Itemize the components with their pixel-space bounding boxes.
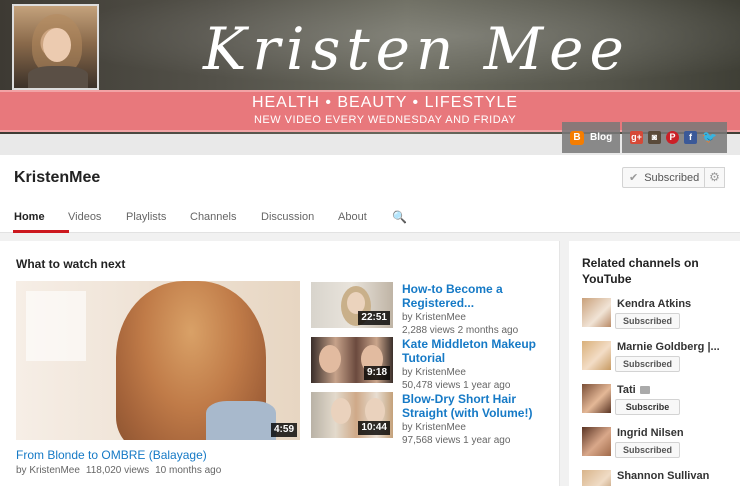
channel-name[interactable]: KristenMee: [14, 169, 100, 187]
verified-icon: [639, 386, 650, 395]
gear-icon: ⚙: [709, 170, 720, 184]
related-channel-name[interactable]: Marnie Goldberg |...: [617, 341, 720, 353]
tab-videos-label: Videos: [68, 211, 102, 223]
related-channel-name[interactable]: Ingrid Nilsen: [617, 427, 684, 439]
related-channels-panel: Related channels on YouTube Kendra Atkin…: [569, 241, 740, 486]
tab-about[interactable]: About: [338, 201, 392, 233]
video-author[interactable]: by KristenMee: [16, 465, 80, 476]
video-author[interactable]: by KristenMee: [402, 312, 552, 323]
facebook-icon[interactable]: f: [684, 131, 697, 144]
related-channel-item: Kendra Atkins Subscribed: [582, 298, 737, 338]
channel-tabs: Home Videos Playlists Channels Discussio…: [13, 201, 407, 233]
channel-search-button[interactable]: 🔍: [392, 201, 407, 233]
subscribe-button[interactable]: Subscribed: [615, 313, 680, 329]
video-meta: 2,288 views 2 months ago: [402, 325, 519, 336]
video-thumbnail[interactable]: 22:51: [311, 282, 393, 328]
video-info: Blow-Dry Short Hair Straight (with Volum…: [402, 392, 552, 446]
avatar-face: [43, 28, 71, 62]
video-author[interactable]: by KristenMee: [402, 367, 552, 378]
subscribe-button[interactable]: ✔ Subscribed: [622, 167, 705, 188]
channel-avatar[interactable]: [582, 427, 611, 456]
banner-tagline: HEALTH • BEAUTY • LIFESTYLE: [251, 94, 519, 111]
subscribe-button[interactable]: Subscribe: [615, 399, 680, 415]
blogger-icon: B: [570, 130, 584, 145]
pinterest-icon[interactable]: P: [666, 131, 679, 144]
related-channel-item: Ingrid Nilsen Subscribed: [582, 427, 737, 467]
tab-discussion-label: Discussion: [261, 211, 315, 223]
check-icon: ✔: [629, 172, 639, 184]
related-channel-item: Marnie Goldberg |... Subscribed: [582, 341, 737, 381]
subscribe-button[interactable]: Subscribed: [615, 442, 680, 458]
google-plus-icon[interactable]: g+: [630, 131, 643, 144]
thumbnail-shirt: [206, 401, 276, 440]
main-content: What to watch next 4:59 From Blonde to O…: [0, 241, 560, 486]
video-meta: 50,478 views 1 year ago: [402, 380, 511, 391]
tab-about-label: About: [338, 211, 367, 223]
video-title[interactable]: How-to Become a Registered...: [402, 282, 552, 310]
channel-avatar[interactable]: [582, 298, 611, 327]
tab-channels[interactable]: Channels: [190, 201, 261, 233]
channel-banner: Kristen Mee HEALTH • BEAUTY • LIFESTYLE …: [0, 0, 740, 155]
thumbnail-face: [331, 398, 351, 424]
featured-video-title[interactable]: From Blonde to OMBRE (Balayage): [16, 448, 207, 462]
video-info: How-to Become a Registered... by Kristen…: [402, 282, 552, 336]
featured-video-meta: by KristenMee 118,020 views 10 months ago: [16, 465, 221, 476]
related-channel-name[interactable]: Tati: [617, 384, 650, 396]
video-title[interactable]: Kate Middleton Makeup Tutorial: [402, 337, 552, 365]
featured-video-thumbnail[interactable]: 4:59: [16, 281, 300, 440]
related-channels-title: Related channels on YouTube: [582, 256, 699, 286]
channel-header: KristenMee ✔ Subscribed ⚙ Home Videos Pl…: [0, 155, 740, 233]
video-duration: 4:59: [270, 423, 297, 437]
video-author[interactable]: by KristenMee: [402, 422, 552, 433]
thumbnail-window: [26, 291, 86, 361]
channel-avatar[interactable]: [582, 470, 611, 486]
video-duration: 10:44: [358, 421, 390, 435]
video-thumbnail[interactable]: 10:44: [311, 392, 393, 438]
related-channel-name-text: Tati: [617, 384, 636, 396]
avatar-scarf: [28, 66, 88, 88]
instagram-icon[interactable]: ◙: [648, 131, 661, 144]
video-age: 10 months ago: [155, 465, 222, 476]
thumbnail-face: [319, 345, 341, 373]
video-item[interactable]: 9:18 Kate Middleton Makeup Tutorial by K…: [311, 337, 552, 391]
blog-link-label: Blog: [590, 132, 613, 143]
subscribe-label: Subscribed: [644, 171, 700, 184]
banner-links: B Blog g+ ◙ P f 🐦: [562, 122, 727, 153]
tab-discussion[interactable]: Discussion: [261, 201, 338, 233]
subscription-settings-button[interactable]: ⚙: [705, 167, 725, 188]
tab-home[interactable]: Home: [13, 201, 69, 233]
tab-home-label: Home: [14, 211, 45, 223]
tab-channels-label: Channels: [190, 211, 237, 223]
channel-avatar[interactable]: [582, 384, 611, 413]
blog-link[interactable]: B Blog: [562, 122, 620, 153]
video-duration: 9:18: [363, 366, 390, 380]
channel-avatar[interactable]: [12, 4, 99, 90]
video-views: 118,020 views: [85, 465, 150, 476]
related-channel-item: Shannon Sullivan: [582, 470, 737, 486]
tab-playlists-label: Playlists: [126, 211, 167, 223]
video-meta: 97,568 views 1 year ago: [402, 435, 511, 446]
video-title[interactable]: Blow-Dry Short Hair Straight (with Volum…: [402, 392, 552, 420]
video-thumbnail[interactable]: 9:18: [311, 337, 393, 383]
related-channel-name[interactable]: Shannon Sullivan: [617, 470, 709, 482]
tab-playlists[interactable]: Playlists: [126, 201, 190, 233]
video-info: Kate Middleton Makeup Tutorial by Kriste…: [402, 337, 552, 391]
video-item[interactable]: 10:44 Blow-Dry Short Hair Straight (with…: [311, 392, 552, 446]
banner-logo: Kristen Mee: [203, 15, 630, 83]
twitter-icon[interactable]: 🐦: [702, 131, 717, 144]
related-channel-name[interactable]: Kendra Atkins: [617, 298, 691, 310]
subscribe-button[interactable]: Subscribed: [615, 356, 680, 372]
channel-avatar[interactable]: [582, 341, 611, 370]
video-duration: 22:51: [358, 311, 390, 325]
related-channel-item: Tati Subscribe: [582, 384, 737, 424]
social-links: g+ ◙ P f 🐦: [622, 122, 727, 153]
section-title: What to watch next: [16, 257, 126, 271]
video-item[interactable]: 22:51 How-to Become a Registered... by K…: [311, 282, 552, 336]
search-icon: 🔍: [392, 210, 407, 224]
tab-videos[interactable]: Videos: [68, 201, 126, 233]
